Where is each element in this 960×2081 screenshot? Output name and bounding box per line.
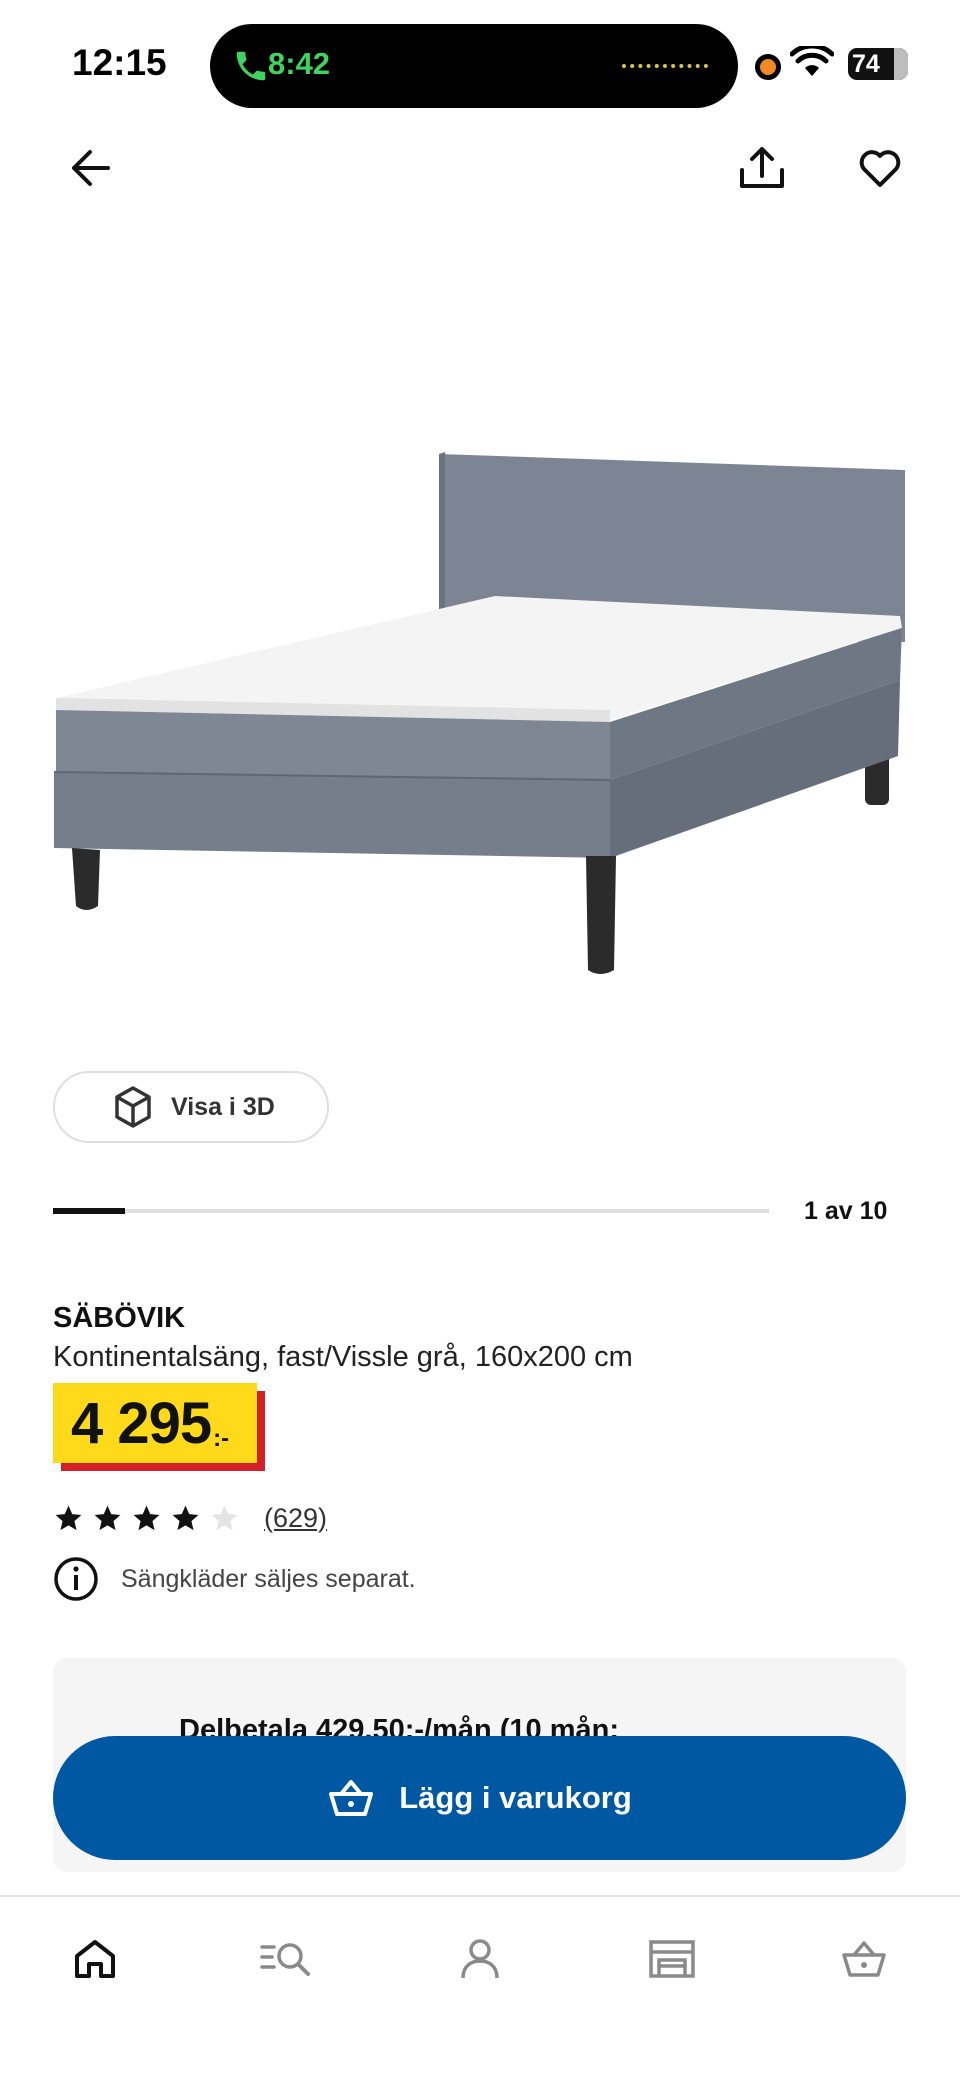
bedding-notice: Sängkläder säljes separat.: [53, 1556, 416, 1602]
review-count-link[interactable]: (629): [264, 1503, 327, 1534]
battery-empty-part: [894, 48, 908, 80]
audio-wave-icon: [622, 64, 708, 68]
phone-icon: [236, 51, 266, 81]
gallery-progress-fill: [53, 1208, 125, 1214]
recording-dot-icon: [755, 54, 781, 80]
star-filled-icon: [55, 1505, 82, 1530]
star-filled-icon: [172, 1505, 199, 1530]
notice-text: Sängkläder säljes separat.: [121, 1564, 416, 1593]
share-icon: [740, 147, 784, 188]
price-value: 4 295: [71, 1391, 212, 1456]
rating[interactable]: (629): [53, 1498, 327, 1538]
add-to-cart-label: Lägg i varukorg: [399, 1780, 632, 1815]
wifi-icon: [790, 46, 834, 76]
view-3d-button[interactable]: Visa i 3D: [53, 1071, 329, 1143]
info-icon: [54, 1557, 98, 1601]
nav-search[interactable]: [254, 1927, 318, 1991]
arrow-left-icon: [72, 150, 110, 186]
nav-home[interactable]: [63, 1927, 127, 1991]
price-tag-main: 4 295 :-: [53, 1383, 257, 1463]
call-duration: 8:42: [268, 46, 331, 81]
rating-stars: [53, 1503, 240, 1534]
nav-cart[interactable]: [832, 1927, 896, 1991]
price-suffix: :-: [213, 1425, 230, 1452]
battery-level: 74: [852, 50, 880, 78]
cart-icon: [329, 1780, 374, 1816]
price-tag: 4 295 :-: [53, 1383, 265, 1471]
product-name: SÄBÖVIK: [53, 1302, 186, 1334]
profile-icon: [461, 1939, 499, 1979]
cube-3d-icon: [115, 1086, 151, 1128]
favorite-button[interactable]: [848, 136, 912, 200]
nav-stores[interactable]: [640, 1927, 704, 1991]
add-to-cart-button[interactable]: Lägg i varukorg: [53, 1736, 906, 1860]
battery-indicator: 74: [848, 48, 908, 80]
nav-profile[interactable]: [448, 1927, 512, 1991]
star-empty-icon: [211, 1505, 238, 1530]
status-time: 12:15: [72, 42, 167, 83]
gallery-progress-bar: [53, 1208, 769, 1214]
bottom-navigation: [0, 1895, 960, 2081]
gallery-position: 1 av 10: [804, 1197, 888, 1225]
heart-icon: [859, 150, 901, 187]
search-list-icon: [260, 1943, 310, 1976]
dynamic-island[interactable]: 8:42: [210, 24, 738, 108]
product-description: Kontinentalsäng, fast/Vissle grå, 160x20…: [53, 1341, 633, 1373]
product-image[interactable]: [40, 430, 920, 1000]
back-button[interactable]: [58, 136, 122, 200]
share-button[interactable]: [730, 136, 794, 200]
view-3d-label: Visa i 3D: [171, 1092, 275, 1121]
home-icon: [75, 1940, 115, 1978]
star-filled-icon: [133, 1505, 160, 1530]
store-icon: [649, 1940, 695, 1978]
cart-icon: [842, 1941, 886, 1977]
status-bar: 12:15 8:42 74: [0, 0, 960, 120]
star-filled-icon: [94, 1505, 121, 1530]
